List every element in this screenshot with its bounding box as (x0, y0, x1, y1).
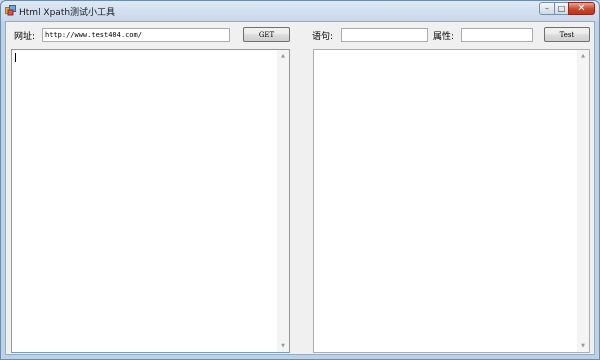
scroll-up-arrow-icon[interactable]: ▲ (577, 51, 589, 61)
result-textarea[interactable]: ▲ ▼ (313, 49, 590, 353)
scroll-down-arrow-icon[interactable]: ▼ (577, 341, 589, 351)
minimize-button[interactable]: – (539, 2, 554, 15)
maximize-button[interactable]: □ (554, 2, 568, 15)
scroll-down-arrow-icon[interactable]: ▼ (277, 341, 289, 351)
text-caret (15, 53, 16, 62)
url-input[interactable]: http://www.test404.com/ (42, 28, 230, 42)
app-icon (5, 5, 16, 16)
left-scrollbar[interactable]: ▲ ▼ (277, 50, 289, 352)
get-button[interactable]: GET (243, 27, 290, 42)
right-scrollbar[interactable]: ▲ ▼ (577, 50, 589, 352)
html-source-textarea[interactable]: ▲ ▼ (11, 49, 290, 353)
title-bar[interactable]: Html Xpath测试小工具 – □ ✕ (1, 1, 599, 21)
statement-input[interactable] (341, 28, 428, 42)
caption-buttons: – □ ✕ (539, 2, 595, 15)
close-icon: ✕ (577, 3, 586, 14)
test-button[interactable]: Test (544, 27, 590, 42)
scroll-up-arrow-icon[interactable]: ▲ (277, 51, 289, 61)
client-area: 网址: http://www.test404.com/ GET 语句: 属性: … (5, 21, 595, 355)
window-title: Html Xpath测试小工具 (19, 8, 116, 18)
url-label: 网址: (14, 32, 36, 42)
app-window: Html Xpath测试小工具 – □ ✕ 网址: http://www.tes… (0, 0, 600, 360)
minimize-icon: – (545, 4, 549, 13)
close-button[interactable]: ✕ (568, 2, 595, 15)
statement-label: 语句: (312, 32, 334, 42)
attribute-input[interactable] (461, 28, 533, 42)
attribute-label: 属性: (433, 32, 455, 42)
maximize-icon: □ (557, 4, 566, 13)
